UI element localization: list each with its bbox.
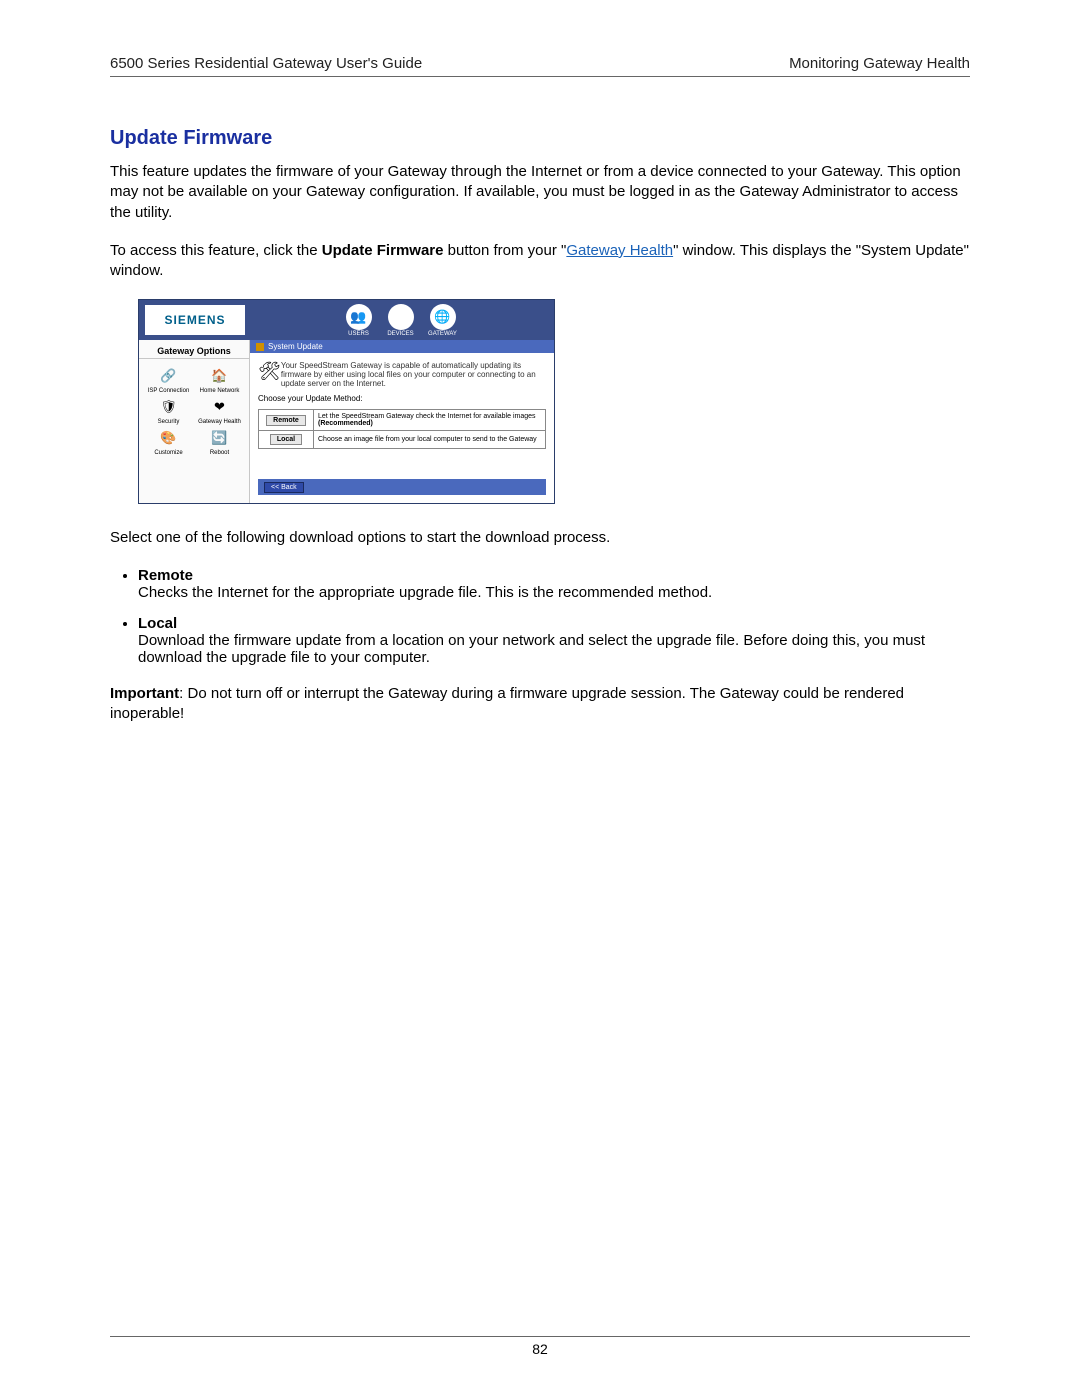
list-item: Remote Checks the Internet for the appro…: [138, 567, 970, 601]
bullet-local-body: Download the firmware update from a loca…: [138, 632, 925, 666]
gateway-health-link[interactable]: Gateway Health: [566, 242, 673, 259]
sidebar-item-reboot[interactable]: 🔄Reboot: [194, 427, 245, 456]
choose-label: Choose your Update Method:: [258, 394, 546, 403]
section-title: Update Firmware: [110, 127, 970, 150]
select-paragraph: Select one of the following download opt…: [110, 528, 970, 548]
bullet-remote-body: Checks the Internet for the appropriate …: [138, 584, 712, 601]
local-description: Choose an image file from your local com…: [314, 431, 546, 449]
customize-icon: 🎨: [158, 427, 180, 449]
sidebar-item-isp-connection[interactable]: 🔗ISP Connection: [143, 365, 194, 394]
important-note: Important: Do not turn off or interrupt …: [110, 684, 970, 725]
intro-paragraph-1: This feature updates the firmware of you…: [110, 162, 970, 223]
sidebar-item-home-network[interactable]: 🏠Home Network: [194, 365, 245, 394]
header-right: Monitoring Gateway Health: [789, 55, 970, 72]
system-update-screenshot: SIEMENS 👥 USERS ⚙ DEVICES 🌐 GATEWAY Gate…: [138, 299, 555, 504]
users-icon: 👥: [346, 304, 372, 330]
page-footer: 82: [110, 1336, 970, 1357]
tab-devices[interactable]: ⚙ DEVICES: [381, 304, 421, 337]
sidebar-item-gateway-health[interactable]: ❤Gateway Health: [194, 396, 245, 425]
sidebar-item-customize[interactable]: 🎨Customize: [143, 427, 194, 456]
bullet-local-title: Local: [138, 615, 177, 632]
tab-gateway[interactable]: 🌐 GATEWAY: [423, 304, 463, 337]
back-button[interactable]: << Back: [264, 482, 304, 493]
bullet-remote-title: Remote: [138, 567, 193, 584]
intro-paragraph-2: To access this feature, click the Update…: [110, 241, 970, 282]
update-method-table: Remote Let the SpeedStream Gateway check…: [258, 409, 546, 449]
update-description: Your SpeedStream Gateway is capable of a…: [281, 361, 546, 388]
reboot-icon: 🔄: [209, 427, 231, 449]
update-icon: 🛠: [258, 361, 281, 388]
page-number: 82: [532, 1341, 548, 1357]
remote-description: Let the SpeedStream Gateway check the In…: [314, 410, 546, 431]
tab-users[interactable]: 👥 USERS: [339, 304, 379, 337]
local-button[interactable]: Local: [270, 434, 302, 445]
home-network-icon: 🏠: [209, 365, 231, 387]
list-item: Local Download the firmware update from …: [138, 615, 970, 666]
remote-button[interactable]: Remote: [266, 415, 306, 426]
page-header: 6500 Series Residential Gateway User's G…: [110, 55, 970, 77]
siemens-logo: SIEMENS: [143, 303, 247, 337]
table-row: Local Choose an image file from your loc…: [259, 431, 546, 449]
devices-icon: ⚙: [388, 304, 414, 330]
isp-icon: 🔗: [158, 365, 180, 387]
sidebar-item-security[interactable]: 🛡Security: [143, 396, 194, 425]
gateway-icon: 🌐: [430, 304, 456, 330]
title-bar-icon: [256, 343, 264, 351]
sidebar-title: Gateway Options: [139, 340, 249, 359]
gateway-health-icon: ❤: [209, 396, 231, 418]
security-icon: 🛡: [158, 396, 180, 418]
content-title-bar: System Update: [250, 340, 554, 353]
table-row: Remote Let the SpeedStream Gateway check…: [259, 410, 546, 431]
header-left: 6500 Series Residential Gateway User's G…: [110, 55, 422, 72]
